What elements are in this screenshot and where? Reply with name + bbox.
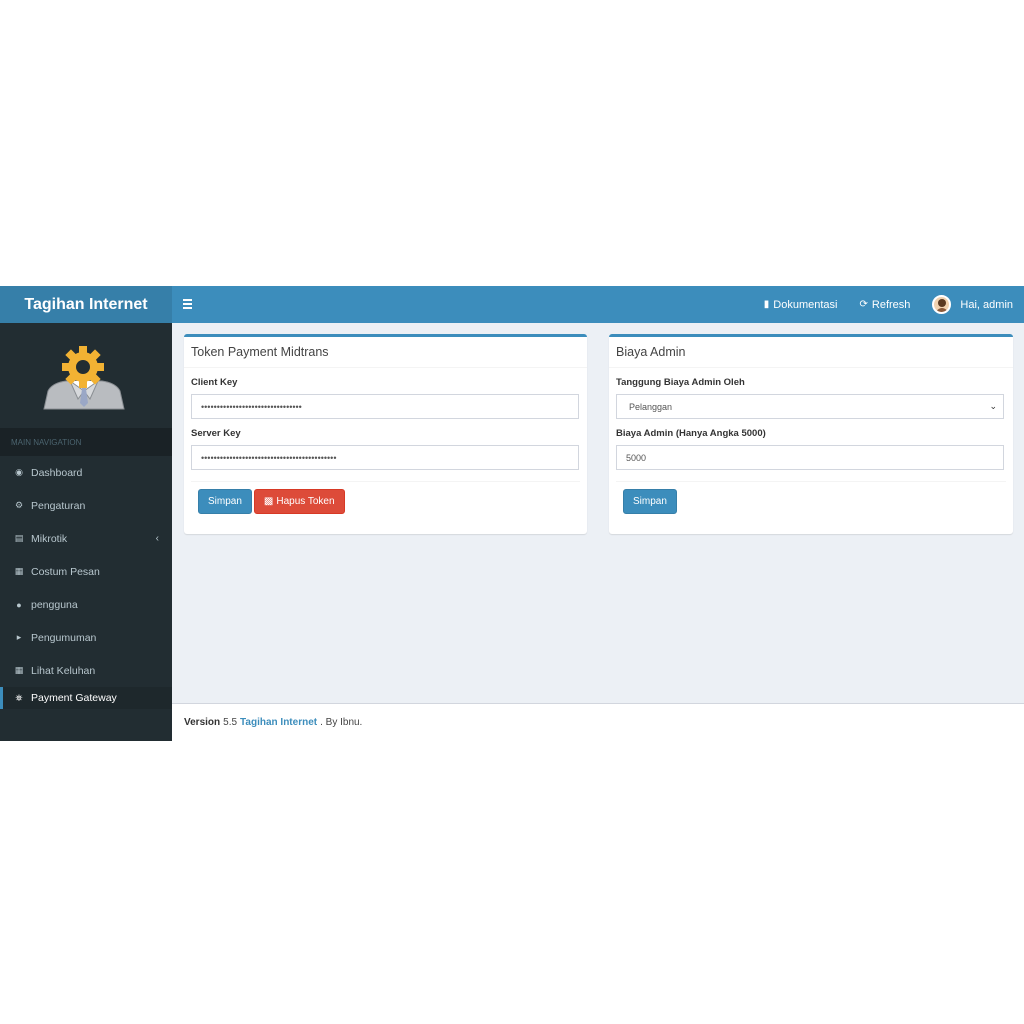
docs-label: Dokumentasi xyxy=(773,298,838,311)
user-panel xyxy=(0,323,172,428)
sidebar-item-pengumuman[interactable]: ▸ Pengumuman xyxy=(0,621,172,654)
sidebar: MAIN NAVIGATION ◉ Dashboard ⚙ Pengaturan… xyxy=(0,323,172,741)
refresh-icon: ⟳ xyxy=(859,298,868,310)
users-icon: ● xyxy=(16,599,22,610)
volume-icon: ▸ xyxy=(16,632,22,642)
version-number: 5.5 xyxy=(223,717,238,728)
save-token-button[interactable]: Simpan xyxy=(198,489,252,514)
sidebar-item-pengaturan[interactable]: ⚙ Pengaturan xyxy=(0,489,172,522)
nav-header: MAIN NAVIGATION xyxy=(0,428,172,456)
sidebar-item-label: Payment Gateway xyxy=(31,692,117,704)
sidebar-item-label: Dashboard xyxy=(31,466,83,479)
sidebar-item-label: Lihat Keluhan xyxy=(31,664,96,677)
bank-icon: ⛯ xyxy=(15,692,23,703)
avatar xyxy=(932,295,952,314)
book-icon: ▮ xyxy=(763,298,770,310)
token-payment-box: Token Payment Midtrans Client Key ••••••… xyxy=(184,334,587,534)
sidebar-toggle-icon[interactable] xyxy=(183,297,193,311)
box-title: Token Payment Midtrans xyxy=(184,337,587,368)
top-navbar: ▮ Dokumentasi ⟳ Refresh Hai, admin xyxy=(172,286,1024,323)
admin-gear-avatar-icon xyxy=(43,346,125,410)
divider xyxy=(191,481,580,482)
dashboard-icon: ◉ xyxy=(15,467,23,477)
sidebar-item-label: Pengumuman xyxy=(31,631,97,644)
app-window: Tagihan Internet ▮ Dokumentasi ⟳ Refresh… xyxy=(0,286,1024,741)
box-title: Biaya Admin xyxy=(609,337,1013,368)
delete-token-button[interactable]: ▩ Hapus Token xyxy=(253,489,345,514)
sidebar-item-costum-pesan[interactable]: ▦ Costum Pesan xyxy=(0,555,172,588)
fee-amount-label: Biaya Admin (Hanya Angka 5000) xyxy=(616,428,766,439)
app-logo[interactable]: Tagihan Internet xyxy=(0,286,172,323)
trash-icon: ▩ xyxy=(263,496,274,507)
footer: Version 5.5 Tagihan Internet . By Ibnu. xyxy=(172,703,1024,741)
sidebar-item-pengguna[interactable]: ● pengguna xyxy=(0,588,172,621)
server-icon: ▤ xyxy=(14,533,24,543)
sidebar-item-mikrotik[interactable]: ▤ Mikrotik ‹ xyxy=(0,522,172,555)
client-key-label: Client Key xyxy=(191,377,238,388)
sidebar-item-label: pengguna xyxy=(31,598,78,611)
fee-bearer-select[interactable]: Pelanggan ⌄ xyxy=(616,394,1004,419)
footer-app-link[interactable]: Tagihan Internet xyxy=(240,717,317,728)
sidebar-item-payment-gateway[interactable]: ⛯ Payment Gateway xyxy=(0,687,172,709)
sidebar-item-label: Mikrotik xyxy=(31,532,68,545)
chevron-left-icon: ‹ xyxy=(155,533,159,544)
fee-bearer-value: Pelanggan xyxy=(629,401,673,412)
client-key-field[interactable]: •••••••••••••••••••••••••••••••• xyxy=(191,394,579,419)
user-menu[interactable]: Hai, admin xyxy=(932,295,1013,314)
sidebar-item-label: Costum Pesan xyxy=(31,565,100,578)
file-icon: ▦ xyxy=(14,665,24,675)
refresh-label: Refresh xyxy=(871,298,911,311)
server-key-label: Server Key xyxy=(191,428,241,439)
user-label: Hai, admin xyxy=(960,298,1013,311)
chevron-down-icon: ⌄ xyxy=(989,401,997,411)
docs-link[interactable]: ▮ Dokumentasi xyxy=(764,299,838,311)
refresh-link[interactable]: ⟳ Refresh xyxy=(860,299,911,311)
sidebar-item-dashboard[interactable]: ◉ Dashboard xyxy=(0,456,172,489)
file-icon: ▦ xyxy=(14,566,24,576)
server-key-field[interactable]: ••••••••••••••••••••••••••••••••••••••••… xyxy=(191,445,579,470)
divider xyxy=(616,481,1006,482)
admin-fee-box: Biaya Admin Tanggung Biaya Admin Oleh Pe… xyxy=(609,334,1013,534)
delete-token-label: Hapus Token xyxy=(276,496,335,507)
fee-bearer-label: Tanggung Biaya Admin Oleh xyxy=(616,377,745,388)
gear-icon: ⚙ xyxy=(14,500,24,510)
footer-suffix: . By Ibnu. xyxy=(320,717,363,728)
fee-amount-field[interactable]: 5000 xyxy=(616,445,1004,470)
sidebar-item-label: Pengaturan xyxy=(31,499,86,512)
save-fee-button[interactable]: Simpan xyxy=(623,489,677,514)
sidebar-item-lihat-keluhan[interactable]: ▦ Lihat Keluhan xyxy=(0,654,172,687)
version-label: Version xyxy=(184,717,221,728)
